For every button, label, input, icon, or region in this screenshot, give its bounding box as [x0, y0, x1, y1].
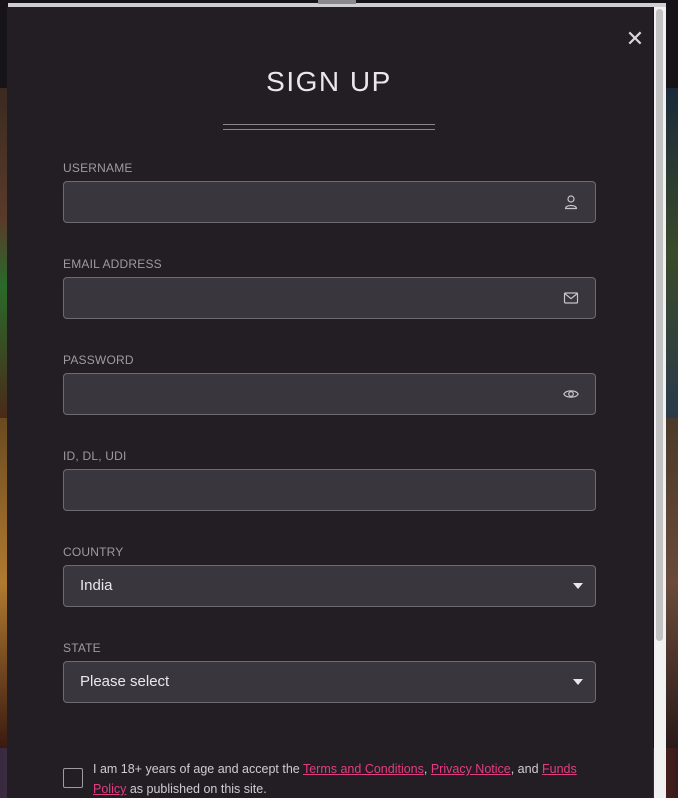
password-input[interactable]	[63, 373, 596, 415]
country-label: COUNTRY	[63, 545, 124, 559]
username-input[interactable]	[63, 181, 596, 223]
id-input[interactable]	[63, 469, 596, 511]
chevron-down-icon	[573, 583, 583, 589]
background-tile-right-bottom	[666, 418, 678, 748]
state-label: STATE	[63, 641, 101, 655]
scrollbar-thumb[interactable]	[656, 9, 663, 641]
terms-and-conditions-link[interactable]: Terms and Conditions	[303, 762, 424, 776]
chevron-down-icon	[573, 679, 583, 685]
close-icon[interactable]: ✕	[623, 27, 647, 51]
background-tile-right-top	[666, 88, 678, 418]
terms-prefix: I am 18+ years of age and accept the	[93, 762, 303, 776]
email-input[interactable]	[63, 277, 596, 319]
user-icon	[564, 195, 578, 210]
email-label: EMAIL ADDRESS	[63, 257, 162, 271]
title-divider-bottom	[223, 129, 435, 130]
eye-icon[interactable]	[563, 386, 579, 402]
country-select[interactable]: India	[63, 565, 596, 607]
password-label: PASSWORD	[63, 353, 134, 367]
terms-suffix: as published on this site.	[126, 782, 267, 796]
modal-scrollbar[interactable]	[654, 7, 666, 798]
envelope-icon	[563, 292, 579, 304]
state-selected-value: Please select	[80, 673, 170, 690]
page-title: SIGN UP	[266, 66, 392, 97]
terms-text: I am 18+ years of age and accept the Ter…	[93, 759, 593, 798]
modal-top-notch	[318, 0, 356, 4]
privacy-notice-link[interactable]: Privacy Notice	[431, 762, 511, 776]
username-label: USERNAME	[63, 161, 133, 175]
country-selected-value: India	[80, 577, 113, 594]
id-label: ID, DL, UDI	[63, 449, 127, 463]
terms-checkbox[interactable]	[63, 768, 83, 788]
terms-separator-2: , and	[510, 762, 543, 776]
terms-separator-1: ,	[423, 762, 431, 776]
state-select[interactable]: Please select	[63, 661, 596, 703]
title-divider-top	[223, 124, 435, 125]
